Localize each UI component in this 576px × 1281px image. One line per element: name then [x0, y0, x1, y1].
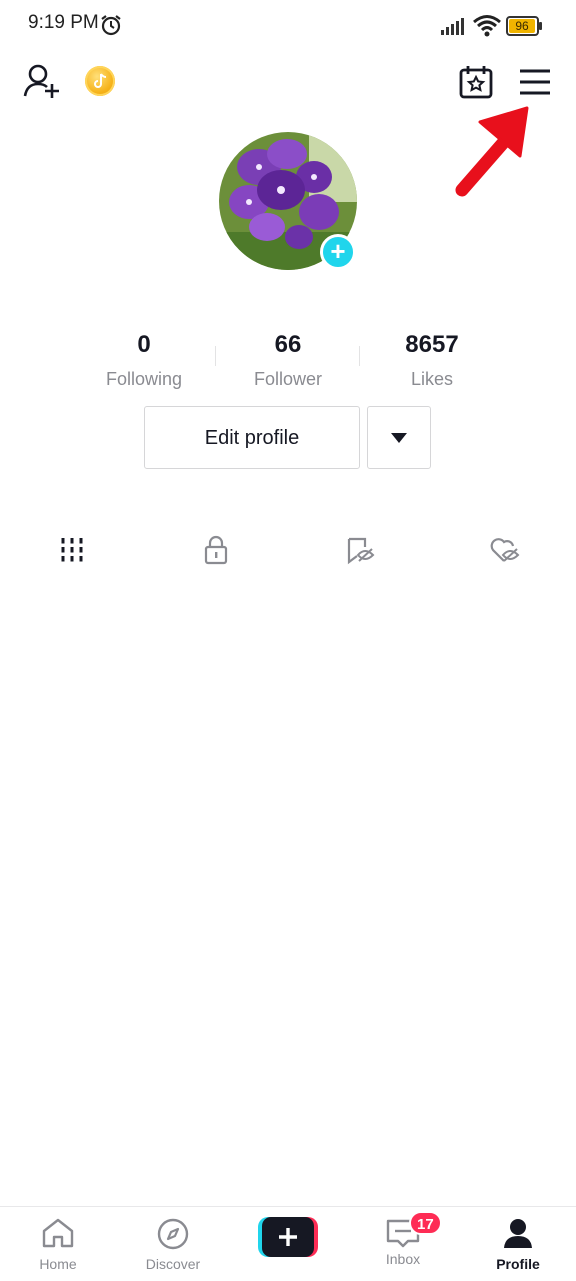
nav-home-label: Home — [39, 1256, 77, 1272]
nav-inbox-label: Inbox — [385, 1251, 421, 1267]
add-friend-icon[interactable] — [22, 62, 62, 102]
bookmark-hidden-icon — [347, 537, 375, 565]
nav-profile[interactable]: Profile — [468, 1217, 568, 1272]
likes-label: Likes — [410, 369, 454, 389]
create-button[interactable] — [258, 1217, 318, 1257]
menu-icon[interactable] — [515, 62, 555, 102]
coin-icon[interactable] — [85, 66, 115, 96]
red-arrow-annotation — [455, 106, 529, 197]
follower-count: 66 — [274, 331, 302, 358]
follower-label: Follower — [253, 369, 323, 389]
plus-icon — [258, 1217, 318, 1257]
heart-hidden-icon — [490, 538, 520, 562]
nav-profile-label: Profile — [496, 1256, 540, 1272]
nav-discover-label: Discover — [145, 1256, 201, 1272]
home-icon — [42, 1218, 74, 1248]
following-count: 0 — [137, 331, 151, 358]
nav-inbox[interactable]: 17 Inbox — [353, 1211, 453, 1267]
tab-videos[interactable] — [42, 535, 102, 585]
battery-icon: 96 — [506, 16, 544, 36]
nav-discover[interactable]: Discover — [123, 1217, 223, 1272]
edit-profile-button[interactable]: Edit profile — [144, 406, 360, 469]
more-dropdown-button[interactable] — [367, 406, 431, 469]
caret-down-icon — [391, 433, 407, 443]
wifi-icon — [473, 15, 501, 37]
bottom-nav: Home Discover 17 Inbox Profile — [0, 1206, 576, 1281]
tab-liked[interactable] — [474, 535, 534, 585]
stat-likes[interactable]: 8657 Likes — [357, 331, 507, 390]
stat-follower[interactable]: 66 Follower — [213, 331, 363, 390]
nav-home[interactable]: Home — [8, 1217, 108, 1272]
tab-favorites[interactable] — [330, 535, 390, 585]
lock-icon — [204, 535, 228, 565]
calendar-star-icon[interactable] — [456, 62, 496, 102]
battery-level: 96 — [509, 19, 535, 33]
signal-icon — [441, 18, 464, 35]
stat-following[interactable]: 0 Following — [69, 331, 219, 390]
tab-private[interactable] — [186, 535, 246, 585]
likes-count: 8657 — [405, 331, 459, 358]
inbox-badge: 17 — [409, 1211, 442, 1235]
add-avatar-button[interactable]: + — [320, 234, 356, 270]
status-time: 9:19 PM — [28, 12, 99, 33]
person-icon — [504, 1219, 532, 1248]
following-label: Following — [105, 369, 183, 389]
alarm-icon — [101, 15, 121, 36]
grid-icon — [61, 538, 83, 562]
compass-icon — [157, 1218, 189, 1250]
